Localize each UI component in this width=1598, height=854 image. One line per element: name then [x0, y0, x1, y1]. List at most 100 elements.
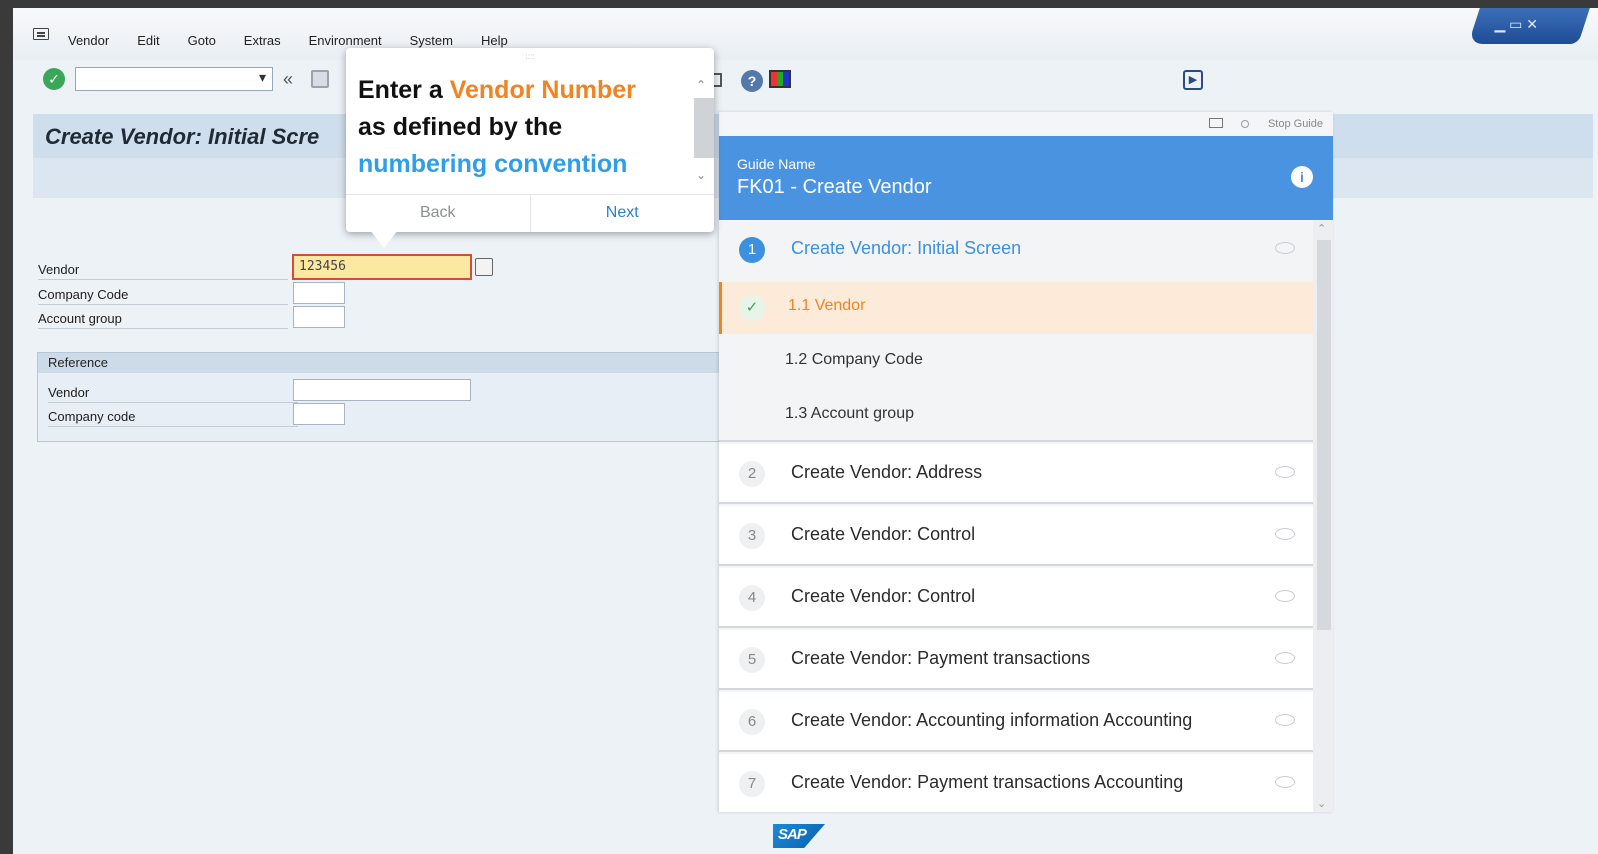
- reference-group: Reference Vendor Company code: [37, 352, 737, 442]
- command-field[interactable]: [75, 67, 273, 91]
- callout-buttons: Back Next: [346, 194, 714, 232]
- ref-company-code-label: Company code: [48, 409, 298, 427]
- vendor-input[interactable]: 123456: [292, 254, 472, 280]
- step-number: 1: [739, 237, 765, 263]
- msg-line1-pre: Enter a: [358, 76, 450, 104]
- matchcode-icon[interactable]: [475, 258, 493, 276]
- stop-guide-button[interactable]: Stop Guide: [1268, 118, 1323, 130]
- ref-vendor-row: Vendor: [48, 381, 298, 403]
- menu-environment[interactable]: Environment: [309, 33, 382, 48]
- callout-scroll-thumb[interactable]: [694, 98, 714, 158]
- guide-header: Guide Name FK01 - Create Vendor i: [719, 136, 1333, 220]
- window-controls[interactable]: ▁ ▭ ✕: [1468, 8, 1590, 44]
- guide-step-list: 1 Create Vendor: Initial Screen ✓ 1.1 Ve…: [719, 220, 1313, 812]
- menu-bar: Vendor Edit Goto Extras Environment Syst…: [13, 8, 1598, 60]
- account-group-label: Account group: [38, 311, 288, 329]
- menu-goto[interactable]: Goto: [188, 33, 216, 48]
- company-code-input[interactable]: [293, 282, 345, 304]
- eye-icon[interactable]: [1275, 590, 1295, 602]
- step-title: Create Vendor: Control: [791, 586, 976, 606]
- eye-icon[interactable]: [1275, 714, 1295, 726]
- guide-step-5[interactable]: 5 Create Vendor: Payment transactions: [719, 630, 1313, 690]
- window-controls-glyphs[interactable]: ▁ ▭ ✕: [1494, 16, 1538, 33]
- guide-step-6[interactable]: 6 Create Vendor: Accounting information …: [719, 692, 1313, 752]
- save-icon[interactable]: [311, 70, 329, 88]
- vendor-label: Vendor: [38, 262, 288, 280]
- eye-icon[interactable]: [1275, 776, 1295, 788]
- dock-icon[interactable]: [1209, 118, 1223, 128]
- menu-edit[interactable]: Edit: [137, 33, 159, 48]
- scroll-down-icon[interactable]: ⌄: [1317, 797, 1326, 810]
- menu-extras[interactable]: Extras: [244, 33, 281, 48]
- substep-label: 1.1 Vendor: [788, 297, 866, 314]
- screen-title: Create Vendor: Initial Scre: [45, 124, 320, 149]
- eye-icon[interactable]: [1275, 652, 1295, 664]
- guide-scrollbar[interactable]: ⌃ ⌄: [1313, 220, 1333, 812]
- step-number: 7: [739, 771, 765, 797]
- menu-items: Vendor Edit Goto Extras Environment Syst…: [68, 33, 536, 48]
- ref-company-code-input[interactable]: [293, 403, 345, 425]
- guide-panel: Stop Guide Guide Name FK01 - Create Vend…: [719, 112, 1333, 812]
- back-button[interactable]: Back: [346, 195, 531, 232]
- substep-vendor[interactable]: ✓ 1.1 Vendor: [719, 282, 1313, 334]
- ref-company-code-row: Company code: [48, 405, 298, 427]
- callout-scroll-up-icon[interactable]: ⌃: [696, 78, 706, 92]
- guide-step-4[interactable]: 4 Create Vendor: Control: [719, 568, 1313, 628]
- substep-account-group[interactable]: 1.3 Account group: [719, 390, 1313, 442]
- substep-label: 1.3 Account group: [785, 405, 914, 422]
- guide-topbar: Stop Guide: [719, 112, 1333, 136]
- stop-icon[interactable]: [1241, 120, 1249, 128]
- guide-step-2[interactable]: 2 Create Vendor: Address: [719, 444, 1313, 504]
- eye-icon[interactable]: [1275, 242, 1295, 254]
- enter-check-icon[interactable]: ✓: [43, 68, 65, 90]
- callout-pointer: [370, 230, 398, 248]
- account-group-input[interactable]: [293, 306, 345, 328]
- step-title: Create Vendor: Control: [791, 524, 976, 544]
- customize-layout-icon[interactable]: [769, 70, 791, 88]
- drag-grip[interactable]: ::::: [346, 52, 714, 61]
- step-number: 4: [739, 585, 765, 611]
- company-code-label: Company Code: [38, 287, 288, 305]
- sap-logo: SAP: [773, 824, 825, 848]
- guide-step-1[interactable]: 1 Create Vendor: Initial Screen ✓ 1.1 Ve…: [719, 220, 1313, 442]
- callout-scroll-down-icon[interactable]: ⌄: [696, 168, 706, 182]
- back-double-icon[interactable]: «: [283, 69, 293, 90]
- step-title: Create Vendor: Accounting information Ac…: [791, 710, 1193, 730]
- help-icon[interactable]: ?: [741, 70, 763, 92]
- company-code-row: Company Code: [38, 283, 718, 305]
- substep-company-code[interactable]: 1.2 Company Code: [719, 336, 1313, 388]
- msg-vendor-number: Vendor Number: [449, 76, 636, 104]
- scroll-thumb[interactable]: [1317, 240, 1331, 630]
- eye-icon[interactable]: [1275, 466, 1295, 478]
- info-icon[interactable]: i: [1291, 166, 1313, 188]
- callout-message: Enter a Vendor Number as defined by the …: [358, 72, 688, 183]
- account-group-row: Account group: [38, 307, 718, 329]
- menu-help[interactable]: Help: [481, 33, 508, 48]
- next-button[interactable]: Next: [531, 195, 715, 232]
- substep-label: 1.2 Company Code: [785, 351, 923, 368]
- step-title: Create Vendor: Address: [791, 462, 983, 482]
- toolbar: ✓ « ? ▶: [13, 64, 1598, 98]
- msg-numbering-convention: numbering convention: [358, 150, 628, 178]
- step-number: 2: [739, 461, 765, 487]
- status-bar: SAP: [13, 816, 1598, 854]
- step-title: Create Vendor: Payment transactions Acco…: [791, 772, 1184, 792]
- step-title: Create Vendor: Payment transactions: [791, 648, 1091, 668]
- guide-name: FK01 - Create Vendor: [737, 176, 932, 198]
- check-icon: ✓: [739, 295, 765, 321]
- step-number: 3: [739, 523, 765, 549]
- menu-vendor[interactable]: Vendor: [68, 33, 109, 48]
- guide-callout: :::: Enter a Vendor Number as defined by…: [346, 48, 714, 232]
- reference-title: Reference: [38, 353, 736, 373]
- eye-icon[interactable]: [1275, 528, 1295, 540]
- guide-step-7[interactable]: 7 Create Vendor: Payment transactions Ac…: [719, 754, 1313, 812]
- menu-system[interactable]: System: [410, 33, 453, 48]
- system-menu-icon[interactable]: [33, 28, 49, 40]
- scroll-up-icon[interactable]: ⌃: [1317, 222, 1326, 235]
- play-icon[interactable]: ▶: [1183, 70, 1203, 90]
- guide-name-label: Guide Name: [737, 156, 816, 172]
- step-number: 6: [739, 709, 765, 735]
- sap-window: Vendor Edit Goto Extras Environment Syst…: [13, 8, 1598, 854]
- guide-step-3[interactable]: 3 Create Vendor: Control: [719, 506, 1313, 566]
- ref-vendor-input[interactable]: [293, 379, 471, 401]
